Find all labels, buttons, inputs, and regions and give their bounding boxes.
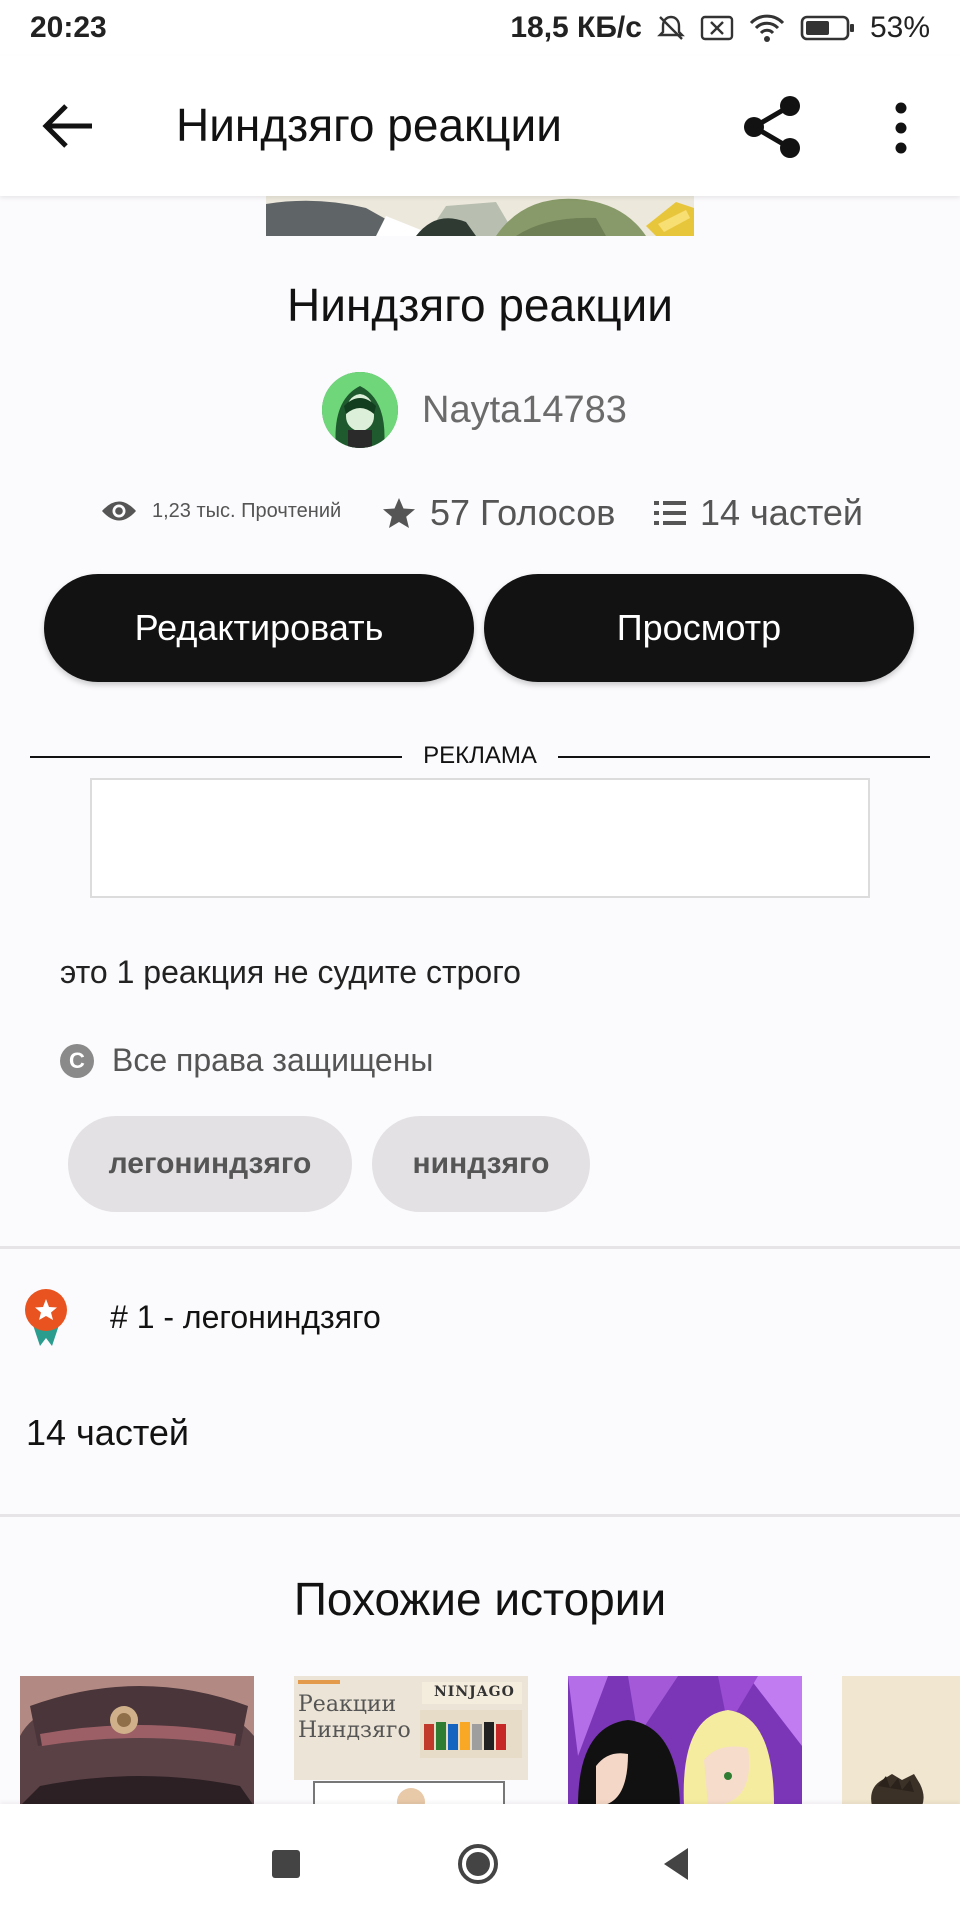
- battery-icon: [800, 15, 854, 41]
- story-stats: 1,23 тыс. Прочтений 57 Голосов 14 частей: [0, 490, 960, 546]
- status-time: 20:23: [30, 11, 107, 44]
- avatar[interactable]: [322, 372, 398, 448]
- section-divider: [0, 1514, 960, 1517]
- story-title: Ниндзяго реакции: [287, 279, 673, 331]
- ad-divider-line-left: [30, 756, 402, 758]
- sim-off-icon: [700, 15, 734, 41]
- parts-count[interactable]: 14 частей: [26, 1412, 189, 1454]
- ad-divider: РЕКЛАМА: [30, 742, 930, 772]
- ad-label: РЕКЛАМА: [423, 742, 537, 769]
- app-bar: Ниндзяго реакции: [0, 56, 960, 196]
- network-speed: 18,5 КБ/с: [510, 11, 642, 44]
- thumb-title: Реакции Ниндзяго: [298, 1692, 411, 1743]
- tag-chip[interactable]: легониндзяго: [68, 1116, 352, 1212]
- back-arrow-icon[interactable]: [40, 101, 96, 151]
- story-description: это 1 реакция не судите строго: [60, 954, 521, 990]
- bell-muted-icon: [657, 15, 685, 40]
- similar-story-thumb[interactable]: [842, 1676, 960, 1806]
- list-icon: [654, 501, 686, 525]
- wifi-icon: [749, 14, 785, 42]
- eye-icon: [102, 501, 136, 521]
- similar-story-thumb[interactable]: [20, 1676, 254, 1806]
- similar-stories-title: Похожие истории: [293, 1573, 667, 1625]
- reads-stat: 1,23 тыс. Прочтений: [100, 498, 341, 524]
- parts-stat: 14 частей: [654, 492, 863, 534]
- share-icon[interactable]: [740, 94, 806, 160]
- edit-button[interactable]: Редактировать: [44, 574, 474, 682]
- star-icon: [383, 498, 415, 528]
- status-bar: 20:23 18,5 КБ/с 53%: [0, 0, 960, 56]
- system-nav-bar: [0, 1804, 960, 1920]
- app-bar-title: Ниндзяго реакции: [176, 99, 562, 151]
- more-vert-icon[interactable]: [890, 100, 912, 156]
- rank-badge-icon: [25, 1289, 67, 1346]
- author-name[interactable]: Nayta14783: [422, 389, 627, 432]
- recents-icon[interactable]: [264, 1842, 308, 1886]
- parts-stat-count: 14 частей: [700, 492, 864, 533]
- similar-story-thumb[interactable]: Реакции Ниндзяго NINJAGO: [294, 1676, 528, 1806]
- view-button[interactable]: Просмотр: [484, 574, 914, 682]
- copyright-icon: C: [60, 1043, 94, 1078]
- thumb-badge: NINJAGO: [434, 1684, 515, 1700]
- section-divider: [0, 1246, 960, 1249]
- reads-count: 1,23 тыс. Прочтений: [152, 499, 342, 522]
- rank-text[interactable]: # 1 - легониндзяго: [110, 1299, 381, 1336]
- battery-level: 53%: [869, 11, 930, 44]
- ad-divider-line-right: [558, 756, 930, 758]
- copyright-text: Все права защищены: [112, 1042, 434, 1078]
- copyright-row: C Все права защищены: [60, 1042, 433, 1079]
- story-cover-image: [266, 196, 694, 236]
- home-icon[interactable]: [456, 1842, 500, 1886]
- nav-back-icon[interactable]: [656, 1842, 700, 1886]
- ad-banner[interactable]: [90, 778, 870, 898]
- votes-count: 57 Голосов: [430, 492, 616, 533]
- rank-row[interactable]: # 1 - легониндзяго: [22, 1288, 381, 1346]
- status-right: 18,5 КБ/с 53%: [510, 11, 930, 45]
- similar-story-thumb[interactable]: [568, 1676, 802, 1806]
- votes-stat: 57 Голосов: [382, 492, 615, 534]
- author-row[interactable]: Nayta14783: [322, 372, 627, 448]
- tag-chip[interactable]: ниндзяго: [372, 1116, 590, 1212]
